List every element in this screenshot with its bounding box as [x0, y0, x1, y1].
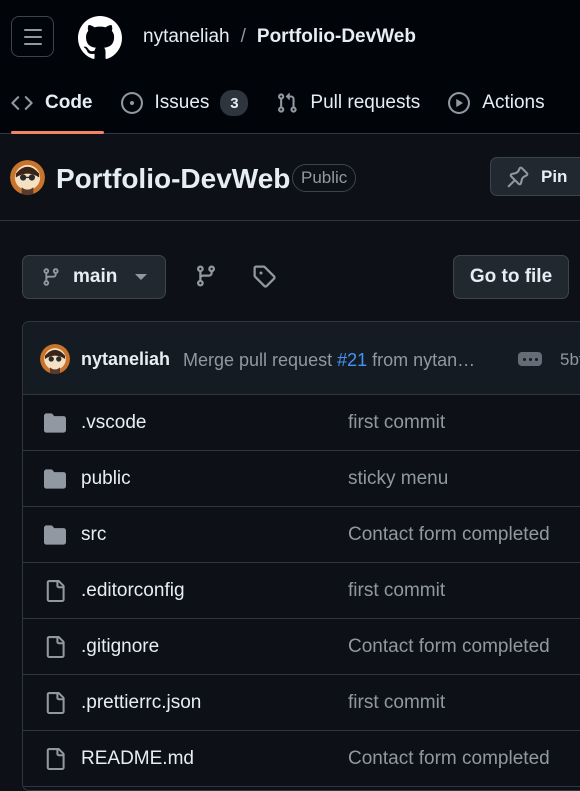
breadcrumb-separator: / [240, 26, 246, 47]
owner-avatar[interactable] [10, 160, 45, 195]
breadcrumb: nytaneliah / Portfolio-DevWeb [143, 26, 416, 48]
branches-icon[interactable] [194, 264, 218, 288]
file-commit-message[interactable]: Contact form completed [348, 636, 550, 658]
commit-message-suffix: from nytan… [367, 350, 476, 370]
file-row: README.md Contact form completed [23, 731, 580, 787]
file-commit-message[interactable]: sticky menu [348, 468, 448, 490]
tag-icon[interactable] [252, 264, 276, 288]
app-header: nytaneliah / Portfolio-DevWeb Code Issue… [0, 0, 580, 134]
repo-nav-tabs: Code Issues 3 Pull requests Actions [0, 80, 580, 134]
hamburger-line [23, 28, 42, 31]
folder-icon [44, 469, 66, 489]
ellipsis-icon[interactable] [518, 352, 542, 366]
tab-pull-requests[interactable]: Pull requests [265, 80, 431, 126]
file-commit-message[interactable]: first commit [348, 412, 445, 434]
file-name[interactable]: public [81, 468, 131, 490]
chevron-down-icon [135, 274, 148, 280]
pin-button[interactable]: Pin [490, 157, 580, 196]
file-row: .gitignore Contact form completed [23, 619, 580, 675]
file-name[interactable]: src [81, 524, 106, 546]
commit-author-avatar[interactable] [40, 344, 70, 374]
go-to-file-button[interactable]: Go to file [453, 255, 569, 299]
issues-count-badge: 3 [220, 90, 249, 116]
file-name[interactable]: README.md [81, 748, 194, 770]
file-commit-message[interactable]: Contact form completed [348, 524, 550, 546]
file-row: public sticky menu [23, 451, 580, 507]
tab-actions[interactable]: Actions [437, 80, 555, 126]
tab-code-label: Code [45, 92, 93, 113]
play-icon [448, 92, 471, 114]
file-table: nytaneliah Merge pull request #21 from n… [22, 321, 580, 791]
file-icon [46, 692, 65, 714]
file-name[interactable]: .vscode [81, 412, 146, 434]
file-row: .editorconfig first commit [23, 563, 580, 619]
file-commit-message[interactable]: first commit [348, 580, 445, 602]
file-icon [46, 748, 65, 770]
file-row: src Contact form completed [23, 507, 580, 563]
tab-issues-label: Issues [154, 92, 210, 113]
menu-button[interactable] [11, 16, 54, 57]
file-commit-message[interactable]: Contact form completed [348, 748, 550, 770]
file-icon [46, 580, 65, 602]
commit-pr-link[interactable]: #21 [337, 350, 367, 370]
folder-icon [44, 525, 66, 545]
file-name[interactable]: .prettierrc.json [81, 692, 201, 714]
git-pull-request-icon [278, 92, 298, 113]
file-row: .vscode first commit [23, 395, 580, 451]
tab-pull-requests-label: Pull requests [310, 92, 421, 113]
repo-title[interactable]: Portfolio-DevWeb [56, 163, 290, 195]
tab-issues[interactable]: Issues 3 [110, 80, 260, 126]
file-icon [46, 636, 65, 658]
hamburger-line [23, 42, 42, 45]
pin-label: Pin [541, 166, 568, 186]
issue-opened-icon [120, 92, 143, 114]
hamburger-line [23, 35, 42, 38]
breadcrumb-owner[interactable]: nytaneliah [143, 26, 230, 48]
latest-commit-row: nytaneliah Merge pull request #21 from n… [23, 322, 580, 395]
branch-name: main [73, 266, 118, 287]
branch-selector-button[interactable]: main [22, 255, 166, 299]
commit-message-prefix: Merge pull request [183, 350, 338, 370]
github-logo-icon[interactable] [78, 16, 122, 60]
commit-sha[interactable]: 5bt [560, 350, 580, 370]
breadcrumb-repo[interactable]: Portfolio-DevWeb [257, 26, 416, 48]
visibility-badge: Public [292, 164, 357, 192]
file-name[interactable]: .editorconfig [81, 580, 185, 602]
tab-code[interactable]: Code [0, 80, 104, 134]
folder-icon [44, 413, 66, 433]
repo-heading: Portfolio-DevWeb Public Pin [0, 135, 580, 221]
commit-message[interactable]: Merge pull request #21 from nytan… [183, 350, 475, 371]
commit-author[interactable]: nytaneliah [81, 349, 170, 370]
tab-actions-label: Actions [482, 92, 545, 113]
git-branch-icon [43, 268, 59, 286]
pin-icon [507, 166, 529, 187]
file-row: .prettierrc.json first commit [23, 675, 580, 731]
file-list: .vscode first commit public sticky menu src C… [23, 395, 580, 787]
code-icon [11, 96, 33, 110]
file-commit-message[interactable]: first commit [348, 692, 445, 714]
file-name[interactable]: .gitignore [81, 636, 159, 658]
